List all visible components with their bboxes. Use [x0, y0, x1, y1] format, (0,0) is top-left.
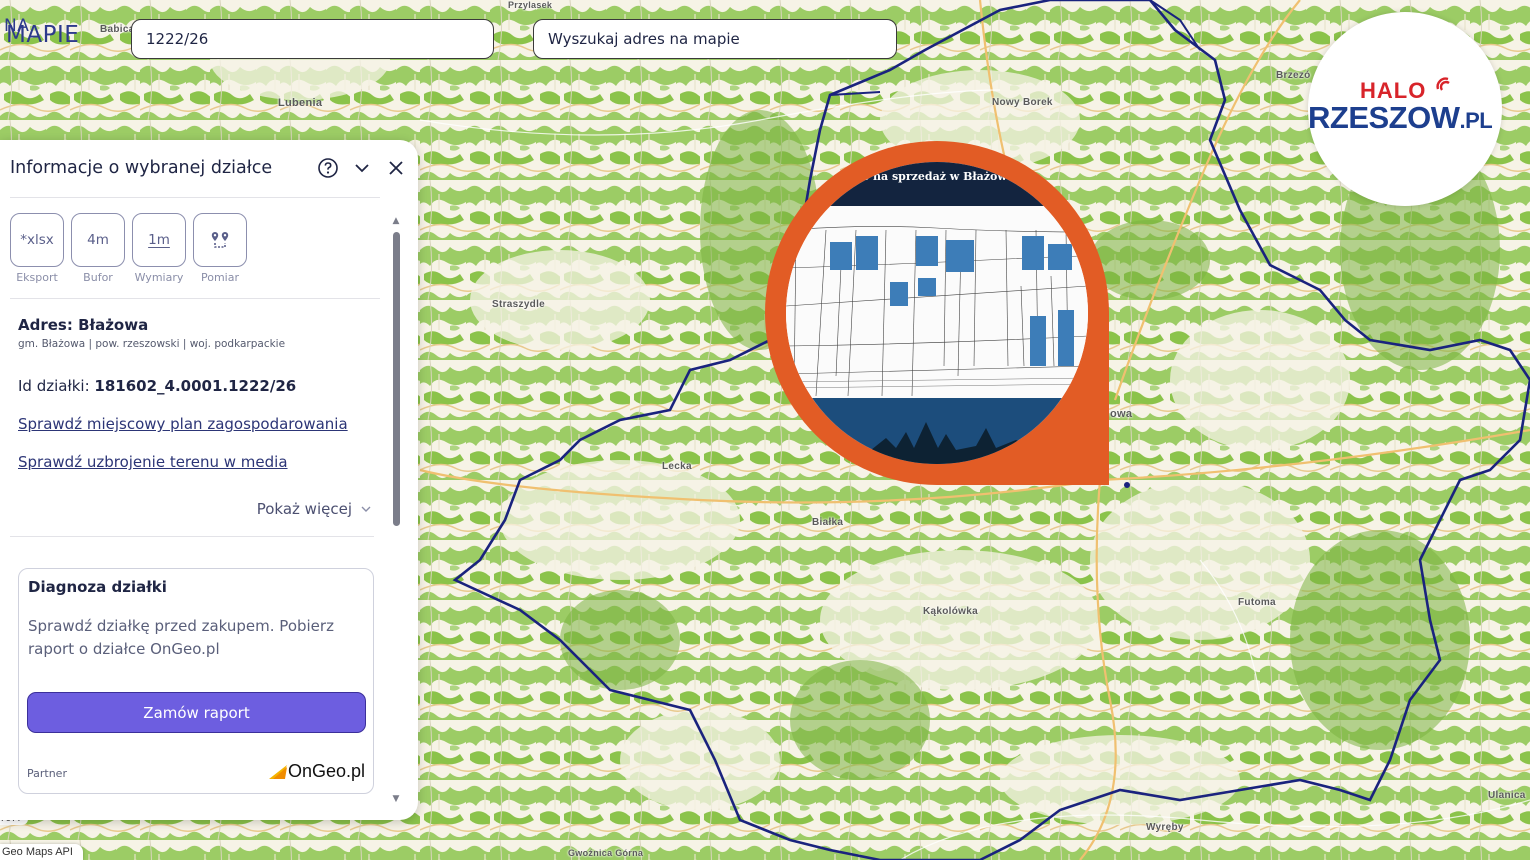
measure-pins-icon — [211, 232, 229, 248]
tool-dimensions[interactable]: 1m Wymiary — [132, 213, 186, 284]
place-label: Straszydle — [492, 299, 546, 310]
place-label: owa — [1110, 408, 1133, 420]
place-label: Futoma — [1238, 597, 1276, 608]
chevron-down-icon — [361, 506, 371, 512]
parcel-id-label: Id działki: — [18, 377, 95, 395]
pin-image-footer — [786, 398, 1088, 464]
place-label: Wyręby — [1146, 822, 1184, 833]
measure-button[interactable] — [193, 213, 247, 267]
address-search-input[interactable]: Wyszukaj adres na mapie — [533, 19, 897, 59]
place-label: Przylasek — [508, 0, 553, 10]
tool-label: Bufor — [83, 271, 113, 284]
parcel-address-details: gm. Błażowa | pow. rzeszowski | woj. pod… — [18, 338, 286, 350]
order-report-button[interactable]: Zamów raport — [27, 692, 366, 733]
cadastral-plan-image — [786, 206, 1088, 406]
place-label: Brzezó — [1276, 70, 1311, 81]
panel-scrollbar[interactable]: ▲ ▼ — [390, 216, 402, 808]
help-icon[interactable] — [316, 156, 340, 180]
app-logo[interactable]: NA MAPIE — [4, 16, 79, 48]
show-more-label: Pokaż więcej — [256, 500, 352, 518]
utilities-link[interactable]: Sprawdź uzbrojenie terenu w media — [18, 453, 288, 471]
tool-measure[interactable]: Pomiar — [193, 213, 247, 284]
dimensions-button[interactable]: 1m — [132, 213, 186, 267]
close-icon[interactable] — [384, 156, 408, 180]
brand-suffix: .PL — [1459, 108, 1493, 133]
dimensions-icon-text: 1m — [148, 232, 170, 248]
brand-main: RZESZOW — [1308, 100, 1460, 135]
halo-rzeszow-logo: HALO RZESZOW.PL — [1308, 12, 1502, 206]
diagnosis-text: Sprawdź działkę przed zakupem. Pobierz r… — [28, 617, 334, 658]
diagnosis-title: Diagnoza działki — [28, 578, 167, 596]
place-label: Babica — [100, 24, 135, 35]
tree-silhouette — [786, 422, 1088, 464]
collapse-chevron-icon[interactable] — [350, 156, 374, 180]
ongeo-name: OnGeo.pl — [287, 761, 365, 781]
zoning-plan-link[interactable]: Sprawdź miejscowy plan zagospodarowania — [18, 415, 348, 433]
divider — [10, 197, 380, 198]
pin-image: ie na sprzedaż w Błażowej — [786, 162, 1088, 464]
divider — [10, 536, 374, 537]
partner-label: Partner — [27, 767, 67, 780]
diagnosis-card: Diagnoza działki Sprawdź działkę przed z… — [18, 568, 374, 794]
parcel-address: Adres: Błażowa — [18, 316, 149, 334]
signal-icon — [1436, 77, 1450, 91]
scroll-thumb[interactable] — [393, 232, 400, 526]
buffer-button[interactable]: 4m — [71, 213, 125, 267]
tool-row: *xlsx Eksport 4m Bufor 1m Wymiary Pomiar — [10, 213, 247, 284]
scroll-down-icon[interactable]: ▼ — [391, 794, 401, 804]
place-label: Gwoźnica Górna — [568, 848, 644, 858]
tool-label: Pomiar — [200, 271, 239, 284]
ongeo-logo[interactable]: OnGeo.pl — [268, 761, 365, 782]
place-label: Kąkolówka — [923, 606, 978, 617]
place-label: Białka — [812, 517, 844, 528]
tool-label: Wymiary — [134, 271, 184, 284]
place-label: Lubenia — [278, 97, 323, 109]
pin-image-title: ie na sprzedaż w Błażowej — [786, 162, 1088, 206]
ongeo-mark-icon — [268, 764, 287, 779]
scroll-up-icon[interactable]: ▲ — [391, 216, 401, 226]
tool-label: Eksport — [16, 271, 58, 284]
panel-header: Informacje o wybranej działce — [10, 156, 408, 180]
place-label: Ulanica — [1488, 790, 1526, 801]
divider — [10, 298, 380, 299]
map-attribution[interactable]: Geo Maps API — [0, 844, 83, 860]
logo-prefix: NA — [4, 16, 30, 36]
tool-export[interactable]: *xlsx Eksport — [10, 213, 64, 284]
parcel-search-input[interactable]: 1222/26 — [131, 19, 494, 59]
parcel-id-value: 181602_4.0001.1222/26 — [94, 377, 297, 395]
show-more-button[interactable]: Pokaż więcej — [257, 500, 372, 518]
place-label: Nowy Borek — [992, 97, 1053, 108]
parcel-id: Id działki: 181602_4.0001.1222/26 — [18, 377, 296, 395]
parcel-info-panel: Informacje o wybranej działce *xlsx Eksp… — [0, 140, 418, 820]
brand-word: RZESZOW.PL — [1308, 100, 1493, 136]
tool-buffer[interactable]: 4m Bufor — [71, 213, 125, 284]
export-xlsx-button[interactable]: *xlsx — [10, 213, 64, 267]
place-label: Lecka — [662, 461, 692, 472]
panel-title: Informacje o wybranej działce — [10, 158, 273, 178]
